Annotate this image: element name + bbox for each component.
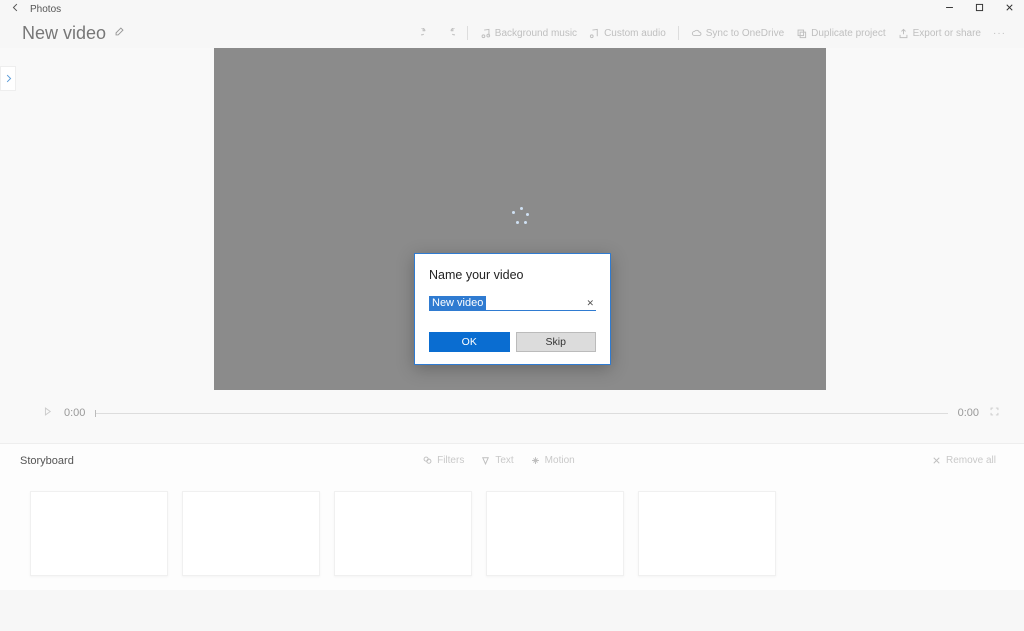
storyboard-slot[interactable] [638, 491, 776, 576]
library-flyout-tab[interactable] [0, 66, 16, 91]
storyboard-slot[interactable] [486, 491, 624, 576]
export-label: Export or share [913, 28, 981, 39]
motion-icon [530, 455, 541, 466]
audio-icon [589, 28, 600, 39]
sync-button[interactable]: Sync to OneDrive [685, 28, 790, 39]
remove-all-button[interactable]: Remove all [923, 455, 1004, 466]
motion-label: Motion [545, 455, 575, 466]
play-button[interactable] [40, 406, 54, 420]
redo-button[interactable] [438, 28, 461, 39]
export-icon [898, 28, 909, 39]
loading-spinner-icon [510, 207, 530, 227]
filters-label: Filters [437, 455, 464, 466]
edit-title-button[interactable] [114, 24, 125, 42]
custom-audio-label: Custom audio [604, 28, 666, 39]
separator [467, 26, 468, 40]
close-icon [931, 455, 942, 466]
name-video-dialog: Name your video New video ✕ OK Skip [414, 253, 611, 365]
storyboard-strip [0, 477, 1024, 590]
video-name-input[interactable]: New video ✕ [429, 296, 596, 311]
text-button[interactable]: Text [472, 455, 521, 466]
motion-button[interactable]: Motion [522, 455, 583, 466]
back-button[interactable] [0, 2, 30, 16]
cloud-icon [691, 28, 702, 39]
ok-button[interactable]: OK [429, 332, 510, 352]
background-music-button[interactable]: Background music [474, 28, 583, 39]
current-time: 0:00 [64, 407, 85, 419]
duplicate-label: Duplicate project [811, 28, 885, 39]
video-name-value: New video [429, 296, 486, 310]
sync-label: Sync to OneDrive [706, 28, 784, 39]
storyboard-header: Storyboard Filters Text Motion Remove al… [0, 443, 1024, 477]
total-time: 0:00 [958, 407, 979, 419]
minimize-button[interactable] [934, 2, 964, 16]
clear-input-button[interactable]: ✕ [584, 298, 596, 309]
transport-bar: 0:00 0:00 [40, 406, 1000, 420]
maximize-button[interactable] [964, 2, 994, 16]
close-button[interactable] [994, 2, 1024, 16]
separator [678, 26, 679, 40]
filters-button[interactable]: Filters [414, 455, 472, 466]
header: New video Background music Custom audio … [0, 18, 1024, 48]
dialog-title: Name your video [429, 268, 596, 282]
app-name: Photos [30, 4, 61, 15]
music-icon [480, 28, 491, 39]
more-button[interactable]: ··· [987, 28, 1012, 39]
project-title: New video [22, 23, 106, 44]
duplicate-icon [796, 28, 807, 39]
main-area: 0:00 0:00 [0, 48, 1024, 443]
custom-audio-button[interactable]: Custom audio [583, 28, 672, 39]
remove-all-label: Remove all [946, 455, 996, 466]
fullscreen-button[interactable] [989, 406, 1000, 420]
text-label: Text [495, 455, 513, 466]
storyboard-title: Storyboard [20, 455, 74, 467]
storyboard-slot[interactable] [182, 491, 320, 576]
text-icon [480, 455, 491, 466]
titlebar: Photos [0, 0, 1024, 18]
duplicate-button[interactable]: Duplicate project [790, 28, 891, 39]
storyboard-slot[interactable] [30, 491, 168, 576]
scrub-bar[interactable] [95, 413, 947, 414]
export-button[interactable]: Export or share [892, 28, 987, 39]
storyboard-slot[interactable] [334, 491, 472, 576]
undo-button[interactable] [415, 28, 438, 39]
skip-button[interactable]: Skip [516, 332, 597, 352]
filters-icon [422, 455, 433, 466]
background-music-label: Background music [495, 28, 577, 39]
